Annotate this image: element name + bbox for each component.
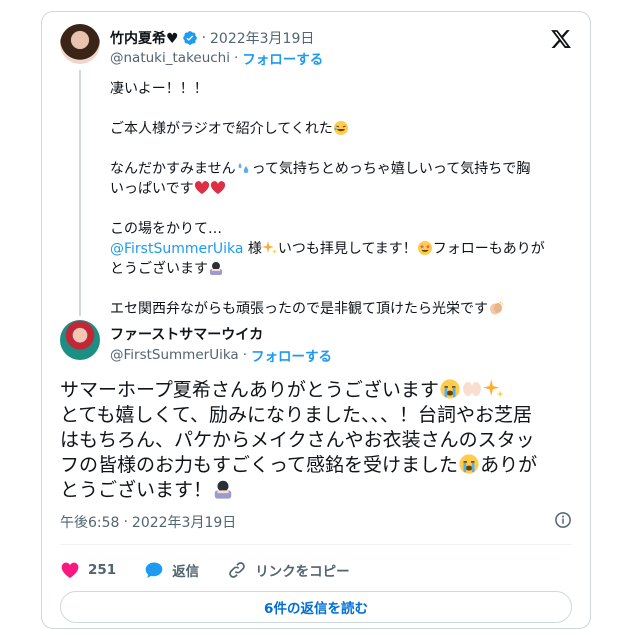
rofl-emoji-icon: [333, 120, 349, 136]
star-struck-emoji-icon: [417, 240, 433, 256]
display-name[interactable]: ファーストサマーウイカ: [110, 324, 263, 344]
like-button[interactable]: 251: [60, 560, 116, 580]
tweet-date[interactable]: 2022年3月19日: [210, 28, 314, 48]
clapping-hands-emoji-icon: [488, 300, 504, 316]
reply-bubble-icon: [145, 562, 163, 578]
like-count: 251: [88, 562, 117, 578]
tweet-line: なんだかすみません って気持ちとめっちゃ嬉しいって気持ちで胸: [110, 160, 531, 177]
follow-button[interactable]: フォローする: [251, 345, 332, 365]
person-bowing-emoji-icon: [208, 260, 224, 276]
heart-icon: [61, 562, 79, 578]
sparkles-emoji-icon: [482, 378, 505, 400]
main-header: ファーストサマーウイカ: [110, 324, 263, 344]
tweet-line: エセ関西弁ながらも頑張ったので是非観て頂けたら光栄です: [110, 299, 580, 319]
palms-up-emoji-icon: [461, 378, 483, 400]
tweet-line: フの皆様のお力もすごくって感銘を受けました ありが: [60, 453, 538, 476]
display-name[interactable]: 竹内夏希♥: [110, 28, 179, 48]
person-bowing-emoji-icon: [212, 478, 234, 500]
quoted-tweet-text: 凄いよー！！！ ご本人様がラジオで紹介してくれた なんだかすみません って気持ちと…: [110, 79, 580, 319]
avatar[interactable]: [60, 24, 100, 64]
tweet-embed-card: 竹内夏希♥ · 2022年3月19日 @natuki_takeuchi · フォ…: [41, 11, 591, 629]
tweet-line: この場をかりて…: [110, 221, 222, 237]
heart-emoji-icon: [194, 180, 210, 196]
divider: [60, 544, 572, 545]
handle[interactable]: @natuki_takeuchi: [110, 50, 230, 66]
tweet-line: はもちろん、パケからメイクさんやお衣装さんのスタッ: [60, 429, 535, 451]
avatar[interactable]: [60, 320, 100, 360]
tweet-line: いっぱいです: [110, 179, 580, 199]
crying-face-emoji-icon: [439, 378, 461, 400]
tweet-line: とうございます！: [60, 478, 580, 503]
sparkles-emoji-icon: [261, 240, 278, 256]
thread-line: [79, 70, 81, 316]
tweet-line: @FirstSummerUika 様いつも拝見してます！ フォローもありが: [110, 240, 545, 257]
copy-link-button[interactable]: リンクをコピー: [227, 560, 350, 580]
main-handle-row: @FirstSummerUika · フォローする: [110, 345, 332, 365]
tweet-line: 凄いよー！！！: [110, 81, 208, 97]
x-logo-icon[interactable]: [550, 28, 572, 50]
info-icon[interactable]: [554, 511, 572, 529]
mention-link[interactable]: @FirstSummerUika: [110, 241, 243, 257]
handle[interactable]: @FirstSummerUika: [110, 347, 239, 363]
verified-badge-icon: [182, 30, 198, 46]
main-tweet-text: サマーホープ夏希さんありがとうございます とても嬉しくて、励みになりました、、、…: [60, 378, 580, 503]
quoted-header: 竹内夏希♥ · 2022年3月19日: [110, 28, 315, 48]
action-bar: 251 返信 リンクをコピー: [60, 560, 378, 580]
tweet-line: サマーホープ夏希さんありがとうございます: [60, 378, 580, 403]
heart-emoji-icon: [210, 180, 226, 196]
tweet-timestamp[interactable]: 午後6:58 · 2022年3月19日: [60, 512, 236, 532]
crying-face-emoji-icon: [458, 453, 480, 475]
reply-button[interactable]: 返信: [144, 560, 199, 580]
tweet-line: とうございます: [110, 259, 580, 279]
read-replies-button[interactable]: 6件の返信を読む: [60, 591, 572, 623]
tweet-line: ご本人様がラジオで紹介してくれた: [110, 119, 580, 139]
follow-button[interactable]: フォローする: [242, 48, 323, 68]
tweet-line: とても嬉しくて、励みになりました、、、！台詞やお芝居: [60, 404, 532, 426]
sweat-droplets-emoji-icon: [236, 160, 252, 176]
link-icon: [229, 562, 245, 578]
quoted-handle-row: @natuki_takeuchi · フォローする: [110, 48, 324, 68]
